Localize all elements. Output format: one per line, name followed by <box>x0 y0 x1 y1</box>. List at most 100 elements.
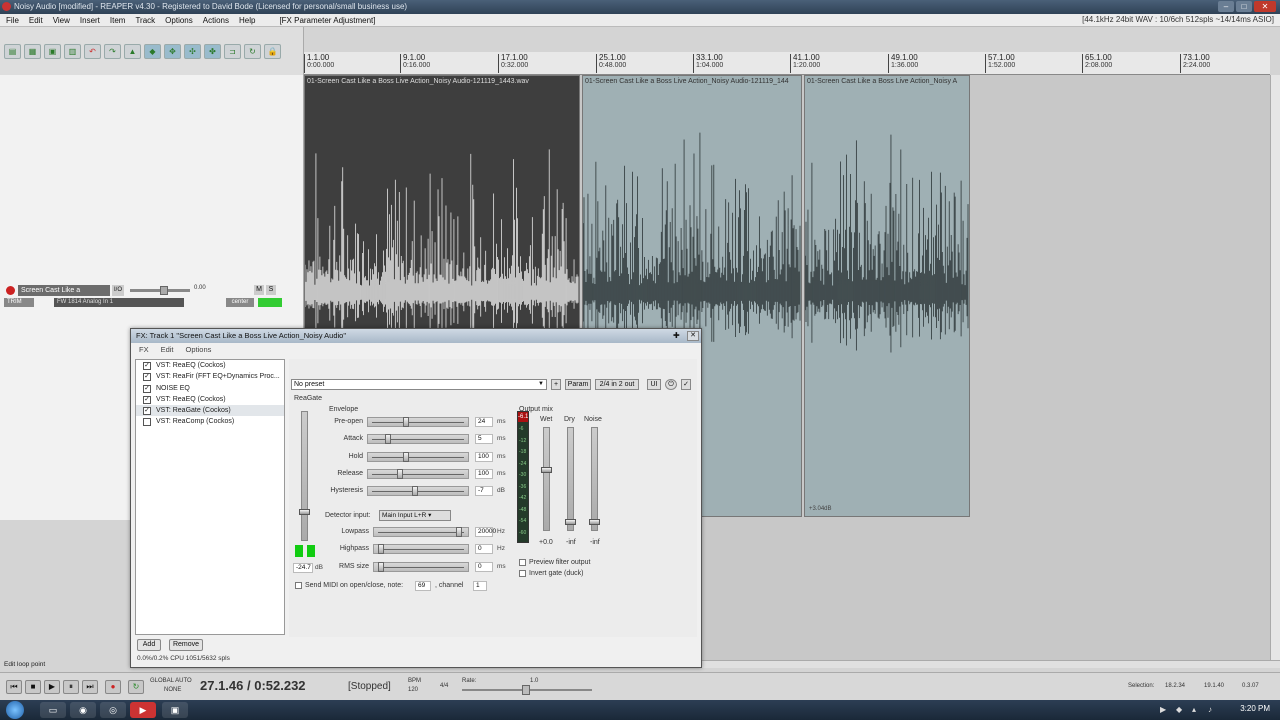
fx-chain-item[interactable]: ✓ VST: ReaEQ (Cockos) <box>136 360 284 371</box>
play-icon[interactable]: ▶ <box>44 680 60 694</box>
bpm-value[interactable]: 120 <box>408 687 418 693</box>
preview-filter-checkbox[interactable] <box>519 559 526 566</box>
param-slider-thumb[interactable] <box>402 451 409 462</box>
start-button[interactable] <box>6 701 24 719</box>
minimize-button[interactable]: – <box>1218 1 1234 12</box>
remove-fx-button[interactable]: Remove <box>169 639 203 651</box>
param-slider[interactable] <box>367 451 469 462</box>
menu-view[interactable]: View <box>53 16 70 25</box>
pause-icon[interactable]: ⏸ <box>63 680 79 694</box>
param-button[interactable]: Param <box>565 379 591 390</box>
system-clock[interactable]: 3:20 PM <box>1240 704 1270 713</box>
dry-slider[interactable] <box>567 427 574 531</box>
project-settings-icon[interactable]: ▥ <box>64 44 81 59</box>
filter-slider[interactable] <box>373 544 469 555</box>
media-item-3[interactable]: 01-Screen Cast Like a Boss Live Action_N… <box>804 75 970 517</box>
browser-icon[interactable]: ◉ <box>70 702 96 718</box>
loop-icon[interactable]: ↻ <box>244 44 261 59</box>
trim-button[interactable]: TRIM <box>4 298 34 307</box>
fx-chain-item[interactable]: ✓ NOISE EQ <box>136 383 284 394</box>
selection-length[interactable]: 0.3.07 <box>1242 683 1259 689</box>
add-fx-button[interactable]: Add <box>137 639 161 651</box>
vertical-scrollbar[interactable] <box>1270 75 1280 660</box>
param-value-field[interactable]: 100 <box>475 468 493 479</box>
param-value-field[interactable]: 100 <box>475 451 493 462</box>
noise-thumb[interactable] <box>589 519 600 525</box>
chrome-icon[interactable]: ◎ <box>100 702 126 718</box>
maximize-button[interactable]: □ <box>1236 1 1252 12</box>
fx-enable-checkbox[interactable]: ✓ <box>143 384 151 393</box>
midi-channel-field[interactable]: 1 <box>473 581 487 591</box>
threshold-slider[interactable] <box>301 411 308 541</box>
filter-slider-thumb[interactable] <box>455 527 462 537</box>
midi-note-field[interactable]: 69 <box>415 581 431 591</box>
fx-enable-checkbox[interactable]: ✓ <box>143 373 151 382</box>
close-button[interactable]: ✕ <box>1254 1 1276 12</box>
global-auto-label[interactable]: GLOBAL AUTO <box>150 678 192 684</box>
automation-mode[interactable]: NONE <box>164 687 181 693</box>
snap-icon[interactable]: ◆ <box>144 44 161 59</box>
filter-value-field[interactable]: 0 <box>475 544 493 555</box>
solo-button[interactable]: S <box>266 285 276 295</box>
threshold-thumb[interactable] <box>299 509 310 515</box>
save-project-icon[interactable]: ▣ <box>44 44 61 59</box>
record-input-select[interactable]: FW 1814 Analog In 1 <box>54 298 184 307</box>
menu-actions[interactable]: Actions <box>203 16 229 25</box>
filter-value-field[interactable]: 20000 <box>475 527 496 537</box>
param-slider[interactable] <box>367 468 469 479</box>
param-value-field[interactable]: 5 <box>475 434 493 445</box>
audio-device-status[interactable]: [44.1kHz 24bit WAV : 10/6ch 512spls ~14/… <box>1082 15 1274 24</box>
param-slider[interactable] <box>367 434 469 445</box>
repeat-icon[interactable]: ↻ <box>128 680 144 694</box>
fx-enable-checkbox[interactable]: ✓ <box>143 395 151 404</box>
dry-value[interactable]: -inf <box>566 539 576 546</box>
pin-icon[interactable]: ✚ <box>673 331 683 341</box>
fx-window-title-bar[interactable]: FX: Track 1 "Screen Cast Like a Boss Liv… <box>131 329 701 343</box>
param-slider-thumb[interactable] <box>385 434 392 445</box>
fx-chain-list[interactable]: ✓ VST: ReaEQ (Cockos) ✓ VST: ReaFir (FFT E… <box>135 359 285 635</box>
auto-crossfade-icon[interactable]: ✤ <box>204 44 221 59</box>
bypass-checkbox[interactable]: ✓ <box>681 379 691 390</box>
selection-start[interactable]: 18.2.34 <box>1165 683 1185 689</box>
noise-slider[interactable] <box>591 427 598 531</box>
stop-icon[interactable]: ■ <box>25 680 41 694</box>
wet-value[interactable]: +0.0 <box>539 539 553 546</box>
menu-item[interactable]: Item <box>110 16 126 25</box>
fx-menu-fx[interactable]: FX <box>139 345 149 356</box>
fx-chain-item[interactable]: ✓ VST: ReaFir (FFT EQ+Dynamics Proc... <box>136 371 284 382</box>
pin-io-button[interactable]: 2/4 in 2 out <box>595 379 639 390</box>
dry-thumb[interactable] <box>565 519 576 525</box>
volume-slider-thumb[interactable] <box>160 286 168 295</box>
filter-slider-thumb[interactable] <box>378 561 384 572</box>
detector-input-select[interactable]: Main Input L+R ▾ <box>379 510 451 521</box>
explorer-icon[interactable]: ▭ <box>40 702 66 718</box>
filter-slider-thumb[interactable] <box>378 544 384 555</box>
power-icon[interactable]: ⏻ <box>665 379 677 390</box>
fx-chain-item[interactable]: ✓ VST: ReaEQ (Cockos) <box>136 394 284 405</box>
fx-menu-options[interactable]: Options <box>186 345 212 356</box>
selection-end[interactable]: 19.1.40 <box>1204 683 1224 689</box>
ripple-edit-icon[interactable]: ✥ <box>164 44 181 59</box>
param-slider-thumb[interactable] <box>411 486 418 497</box>
fx-enable-checkbox[interactable]: ✓ <box>143 407 151 416</box>
record-arm-button[interactable] <box>6 286 15 295</box>
go-to-start-icon[interactable]: ⏮ <box>6 680 22 694</box>
tray-icon[interactable]: ▶ <box>1160 705 1170 715</box>
clip-indicator[interactable]: -6.1 <box>518 412 528 422</box>
param-slider[interactable] <box>367 417 469 427</box>
new-project-icon[interactable]: ▤ <box>4 44 21 59</box>
rate-slider-thumb[interactable] <box>522 685 530 695</box>
ui-button[interactable]: UI <box>647 379 661 390</box>
param-slider-thumb[interactable] <box>402 417 409 427</box>
invert-gate-checkbox[interactable] <box>519 570 526 577</box>
filter-value-field[interactable]: 0 <box>475 561 493 572</box>
param-value-field[interactable]: 24 <box>475 417 493 427</box>
param-slider-thumb[interactable] <box>396 468 403 479</box>
menu-track[interactable]: Track <box>135 16 155 25</box>
rate-value[interactable]: 1.0 <box>530 678 538 684</box>
wet-thumb[interactable] <box>541 467 552 473</box>
app-taskbar-icon[interactable]: ▣ <box>162 702 188 718</box>
redo-icon[interactable]: ↷ <box>104 44 121 59</box>
noise-value[interactable]: -inf <box>590 539 600 546</box>
filter-slider[interactable] <box>373 561 469 572</box>
